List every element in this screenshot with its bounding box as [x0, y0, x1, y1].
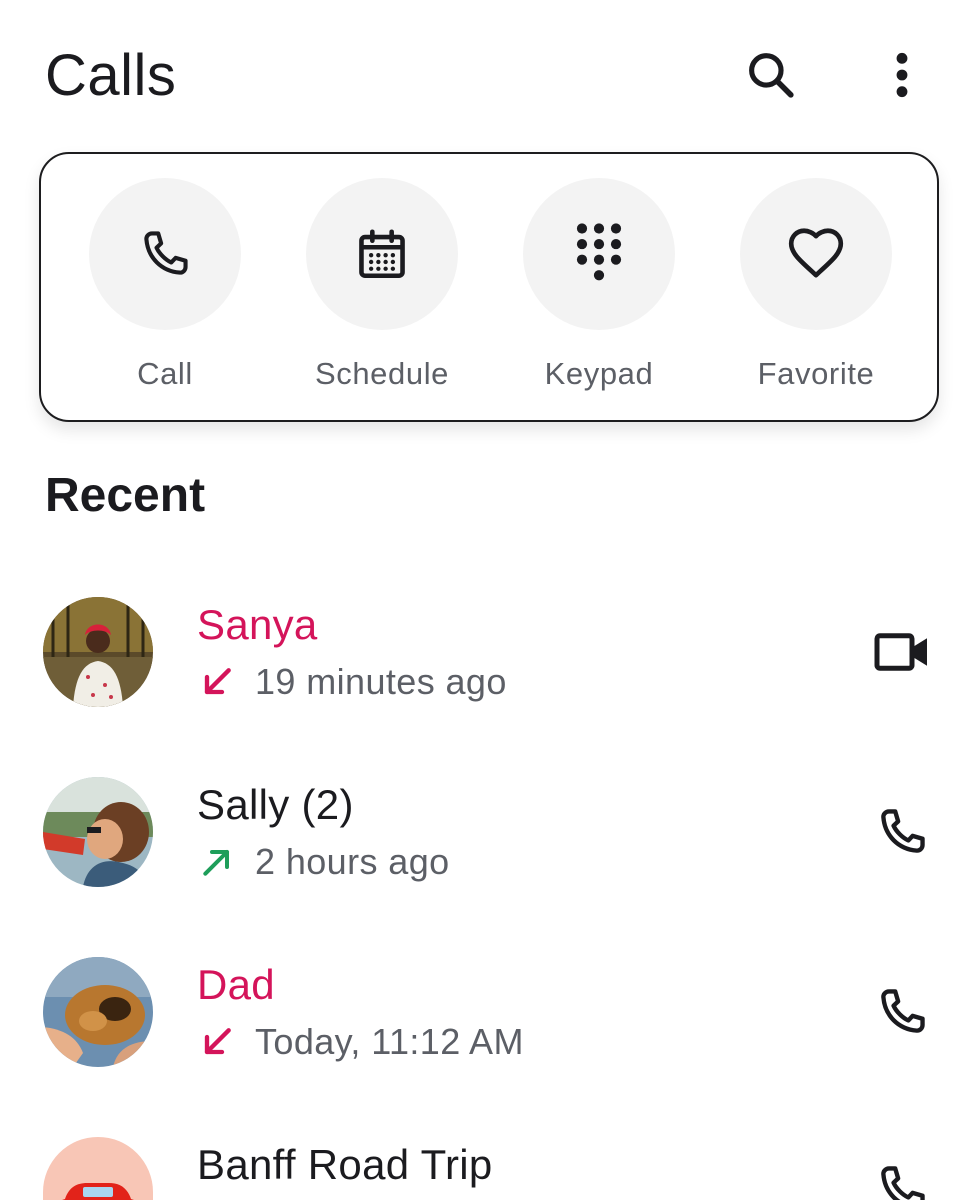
- voice-call-button[interactable]: [862, 792, 942, 872]
- top-app-bar: Calls: [0, 0, 978, 150]
- outgoing-call-arrow-icon: [203, 850, 229, 876]
- call-time: Today, 11:12 AM: [255, 1021, 524, 1062]
- more-vert-icon: [896, 52, 908, 98]
- avatar: [43, 597, 153, 707]
- call-meta: Today, 11:12 AM: [197, 1020, 524, 1064]
- list-item[interactable]: Sanya 19 minutes ago: [0, 560, 978, 740]
- videocam-icon: [874, 633, 927, 671]
- more-options-button[interactable]: [870, 40, 934, 110]
- phone-icon: [881, 989, 925, 1033]
- call-action-button[interactable]: Call: [65, 178, 265, 408]
- recent-section-title: Recent: [45, 469, 206, 522]
- avatar: [43, 957, 153, 1067]
- list-item[interactable]: Banff Road Trip: [0, 1100, 978, 1200]
- search-button[interactable]: [736, 40, 806, 110]
- missed-call-arrow-icon: [204, 668, 231, 695]
- contact-name: Dad: [197, 961, 275, 1008]
- call-meta: 19 minutes ago: [197, 660, 507, 704]
- call-action-label: Call: [137, 356, 193, 391]
- schedule-action-circle: [306, 178, 458, 330]
- phone-icon: [881, 1166, 925, 1200]
- keypad-action-circle: [523, 178, 675, 330]
- call-meta: 2 hours ago: [197, 840, 450, 884]
- avatar: [43, 1137, 153, 1200]
- video-call-button[interactable]: [862, 612, 942, 692]
- list-item[interactable]: Sally (2) 2 hours ago: [0, 740, 978, 920]
- schedule-action-button[interactable]: Schedule: [282, 178, 482, 408]
- phone-icon: [881, 809, 925, 853]
- schedule-action-label: Schedule: [314, 356, 450, 391]
- keypad-action-label: Keypad: [544, 356, 654, 391]
- avatar: [43, 777, 153, 887]
- voice-call-button[interactable]: [862, 1152, 942, 1200]
- list-item[interactable]: Dad Today, 11:12 AM: [0, 920, 978, 1100]
- call-time: 19 minutes ago: [255, 661, 507, 702]
- page-title: Calls: [45, 43, 177, 108]
- search-icon: [749, 53, 794, 98]
- contact-name: Sanya: [197, 601, 318, 648]
- favorite-action-label: Favorite: [757, 356, 875, 391]
- favorite-action-circle: [740, 178, 892, 330]
- quick-actions-card: Call Schedule Keypad Favorite: [39, 152, 939, 422]
- contact-name: Banff Road Trip: [197, 1141, 493, 1188]
- contact-name: Sally (2): [197, 781, 354, 828]
- keypad-action-button[interactable]: Keypad: [499, 178, 699, 408]
- heart-icon: [788, 228, 844, 278]
- calendar-icon: [359, 229, 405, 279]
- missed-call-arrow-icon: [204, 1028, 231, 1055]
- voice-call-button[interactable]: [862, 972, 942, 1052]
- phone-icon: [144, 231, 188, 275]
- dialpad-icon: [576, 223, 622, 281]
- call-time: 2 hours ago: [255, 841, 450, 882]
- favorite-action-button[interactable]: Favorite: [716, 178, 916, 408]
- call-action-circle: [89, 178, 241, 330]
